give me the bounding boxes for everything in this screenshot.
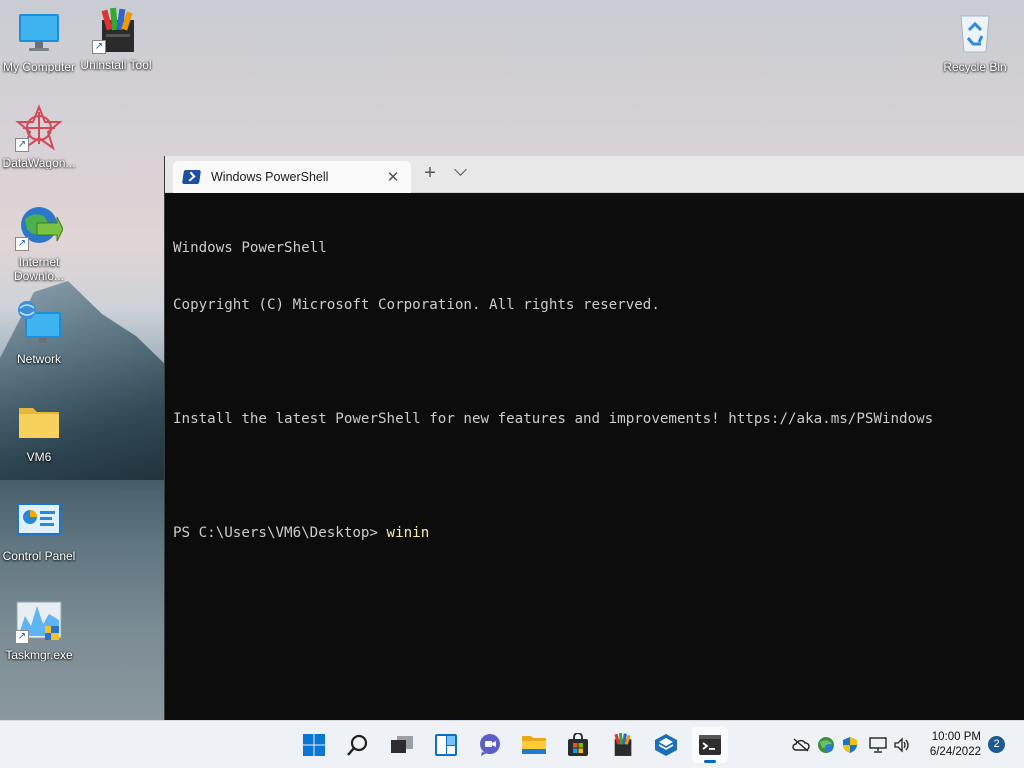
network-globe-icon[interactable] <box>816 735 836 755</box>
shortcut-arrow-icon: ↗ <box>15 237 29 251</box>
close-tab-icon[interactable]: ✕ <box>385 168 401 186</box>
uninstall-tool-icon: ↗ <box>92 6 140 54</box>
system-clock[interactable]: 10:00 PM 6/24/2022 <box>930 730 981 760</box>
desktop-icon-label: Network <box>16 352 61 366</box>
desktop-icon-vm6[interactable]: VM6 <box>0 398 78 464</box>
desktop-icon-label: Control Panel <box>2 549 76 563</box>
chat-icon <box>480 734 500 756</box>
powershell-icon <box>182 170 201 184</box>
console-output[interactable]: Windows PowerShell Copyright (C) Microso… <box>165 193 1024 581</box>
search-button[interactable] <box>340 727 376 763</box>
desktop-icon-recycle-bin[interactable]: Recycle Bin <box>936 8 1014 74</box>
file-explorer-icon <box>522 736 546 754</box>
desktop-icon-label: My Computer <box>2 60 76 74</box>
prompt-line[interactable]: PS C:\Users\VM6\Desktop> winin <box>173 524 1024 543</box>
store-button[interactable] <box>560 727 596 763</box>
desktop-icon-label: VM6 <box>26 450 52 464</box>
terminal-window[interactable]: Windows PowerShell ✕ + Windows PowerShel… <box>164 156 1024 720</box>
chevron-down-icon[interactable] <box>453 165 469 179</box>
desktop-icon-label-line2: Downlo... <box>13 269 65 283</box>
task-view-button[interactable] <box>384 727 420 763</box>
shortcut-arrow-icon: ↗ <box>15 138 29 152</box>
desktop-icon-control-panel[interactable]: Control Panel <box>0 497 78 563</box>
clock-time: 10:00 PM <box>931 731 981 743</box>
network-icon <box>15 300 63 348</box>
start-icon <box>303 734 325 756</box>
desktop-icon-uninstall-tool[interactable]: ↗ Uninstall Tool <box>77 6 155 72</box>
desktop-icon-datawagon[interactable]: ↗ DataWagon... <box>0 104 78 170</box>
desktop-icon-taskmgr[interactable]: ↗ Taskmgr.exe <box>0 596 78 662</box>
tab-windows-powershell[interactable]: Windows PowerShell ✕ <box>173 161 411 193</box>
command-input[interactable]: winin <box>387 525 430 541</box>
taskbar: 10:00 PM 6/24/2022 2 <box>0 720 1024 768</box>
monitor-icon <box>15 8 63 56</box>
console-line: Copyright (C) Microsoft Corporation. All… <box>173 297 660 313</box>
terminal-taskbar-button[interactable] <box>692 727 728 763</box>
datawagon-icon: ↗ <box>15 104 63 152</box>
desktop-icon-label: Taskmgr.exe <box>5 648 73 662</box>
security-shield-icon[interactable] <box>840 735 860 755</box>
desktop-icon-label: Uninstall Tool <box>80 58 152 72</box>
uninstall-tool-icon <box>614 732 632 756</box>
clock-date: 6/24/2022 <box>929 746 981 758</box>
desktop-icon-label: Internet <box>18 255 60 269</box>
console-line: Install the latest PowerShell for new fe… <box>173 411 934 427</box>
desktop-icon-network[interactable]: Network <box>0 300 78 366</box>
notification-badge[interactable]: 2 <box>988 736 1005 753</box>
virtualbox-icon <box>655 734 677 756</box>
recycle-bin-icon <box>951 8 999 56</box>
prompt: PS C:\Users\VM6\Desktop> <box>173 525 387 541</box>
display-icon[interactable] <box>868 735 888 755</box>
task-view-icon <box>391 736 413 753</box>
onedrive-offline-icon[interactable] <box>791 735 811 755</box>
volume-icon[interactable] <box>892 735 912 755</box>
file-explorer-button[interactable] <box>516 727 552 763</box>
search-icon <box>347 734 368 756</box>
widgets-icon <box>435 734 457 756</box>
desktop-icon-label: DataWagon... <box>2 156 76 170</box>
console-line: Windows PowerShell <box>173 240 327 256</box>
desktop-icon-my-computer[interactable]: My Computer <box>0 8 78 74</box>
terminal-icon <box>699 735 721 755</box>
store-icon <box>568 733 588 756</box>
shortcut-arrow-icon: ↗ <box>15 630 29 644</box>
shortcut-arrow-icon: ↗ <box>92 40 106 54</box>
start-button[interactable] <box>296 727 332 763</box>
uninstall-tool-taskbar-button[interactable] <box>604 727 640 763</box>
task-manager-icon: ↗ <box>15 596 63 644</box>
new-tab-button[interactable]: + <box>419 162 441 185</box>
chat-button[interactable] <box>472 727 508 763</box>
virtualbox-button[interactable] <box>648 727 684 763</box>
internet-download-manager-icon: ↗ <box>15 203 64 251</box>
control-panel-icon <box>15 497 63 545</box>
desktop-icon-label: Recycle Bin <box>943 60 1007 74</box>
widgets-button[interactable] <box>428 727 464 763</box>
desktop-icon-internet-download-manager[interactable]: ↗ Internet Downlo... <box>0 203 78 283</box>
tab-title: Windows PowerShell <box>211 170 329 184</box>
terminal-tab-bar: Windows PowerShell ✕ + <box>165 156 1024 193</box>
folder-icon <box>15 398 63 446</box>
